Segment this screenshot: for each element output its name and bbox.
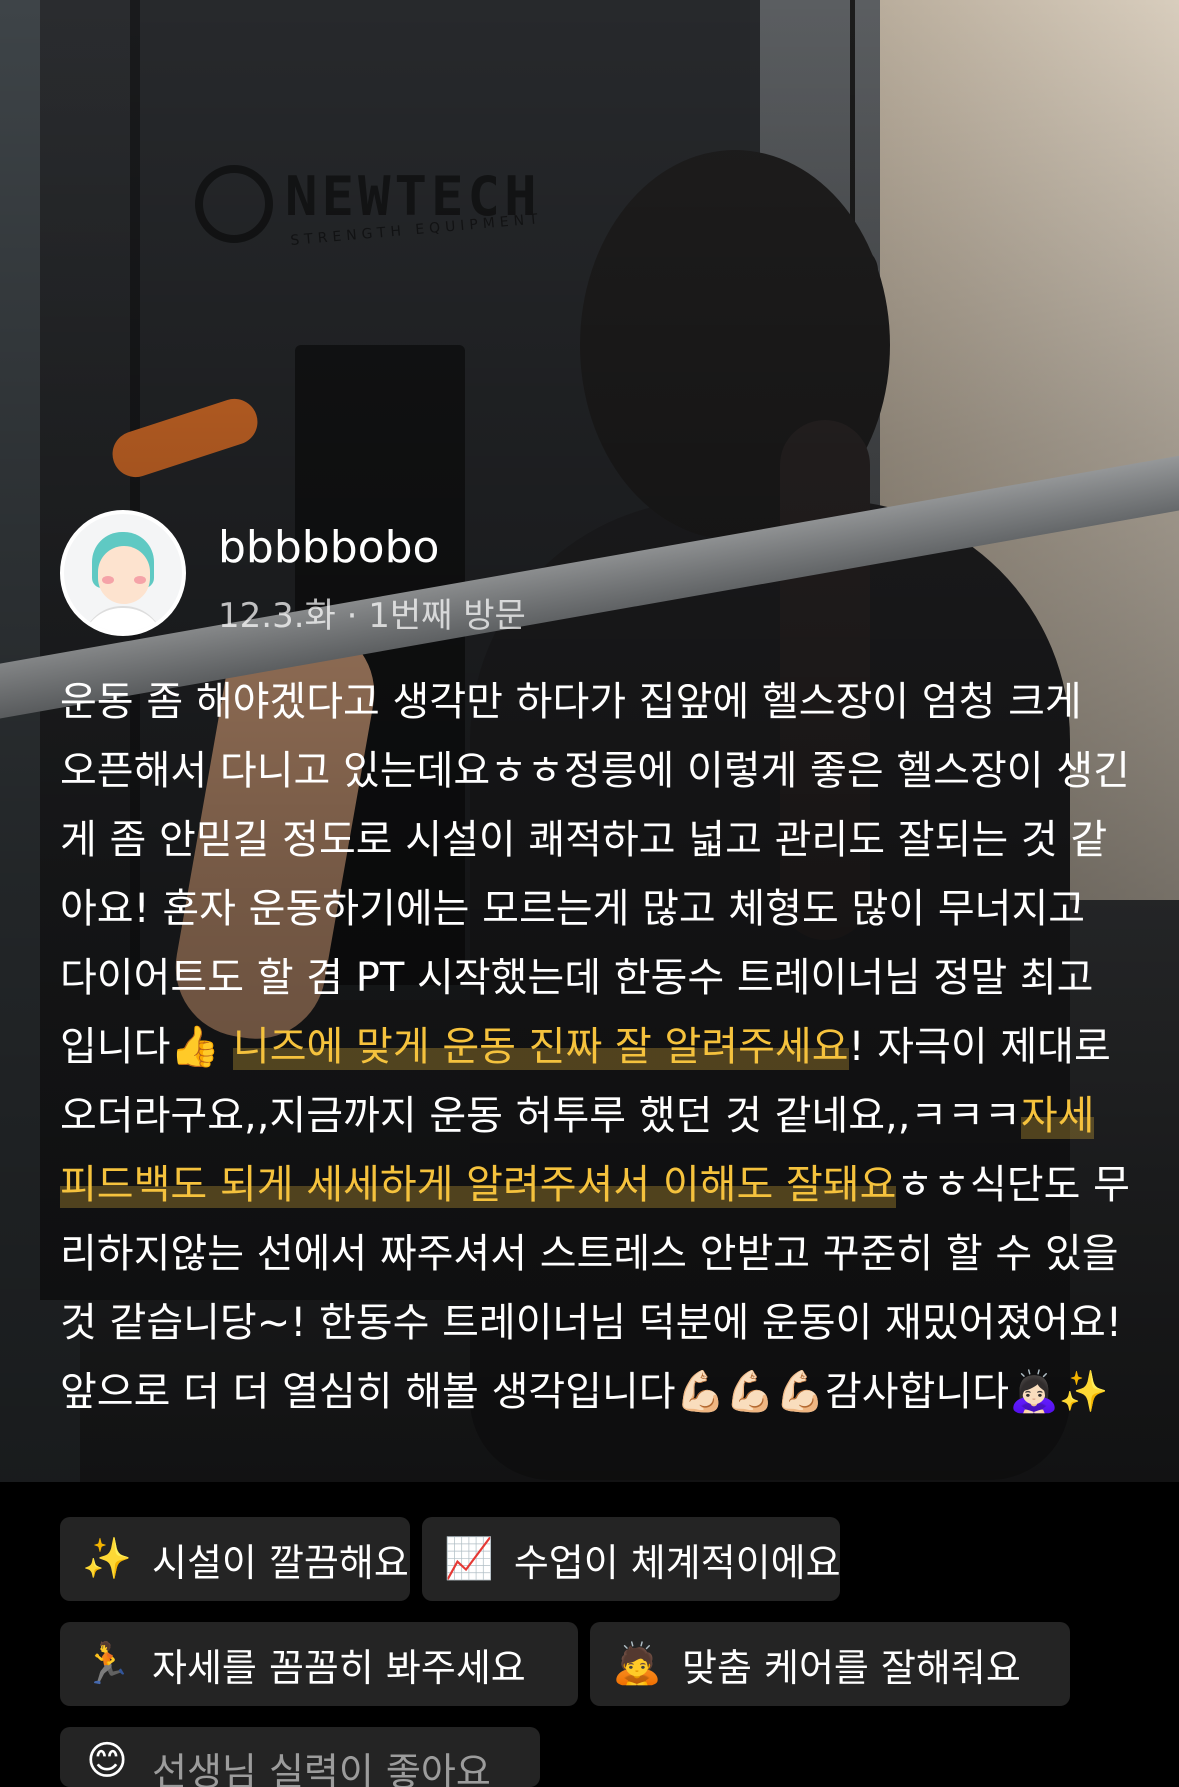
- review-highlight: 니즈에 맞게 운동 진짜 잘 알려주세요: [232, 1024, 849, 1070]
- tag-chip[interactable]: 😊 선생님 실력이 좋아요: [60, 1727, 540, 1787]
- chart-increasing-icon: 📈: [444, 1536, 494, 1582]
- person-bowing-icon: 🙇: [612, 1641, 662, 1687]
- username[interactable]: bbbbbobo: [218, 522, 439, 573]
- tag-label: 선생님 실력이 좋아요: [152, 1750, 491, 1787]
- tag-label: 수업이 체계적이에요: [513, 1540, 841, 1585]
- review-segment: 운동 좀 해야겠다고 생각만 하다가 집앞에 헬스장이 엄청 크게 오픈해서 다…: [60, 679, 1130, 1070]
- tag-chip[interactable]: 🏃 자세를 꼼꼼히 봐주세요: [60, 1622, 578, 1706]
- tag-label: 맞춤 케어를 잘해줘요: [682, 1645, 1021, 1690]
- tag-label: 자세를 꼼꼼히 봐주세요: [152, 1645, 526, 1690]
- person-lunging-icon: 🏃: [82, 1641, 132, 1687]
- tag-chip[interactable]: 📈 수업이 체계적이에요: [422, 1517, 841, 1601]
- tag-chip[interactable]: ✨ 시설이 깔끔해요: [60, 1517, 410, 1601]
- avatar-cheek-left: [102, 576, 114, 584]
- avatar[interactable]: [60, 510, 186, 636]
- avatar-face: [98, 546, 150, 604]
- tag-label: 시설이 깔끔해요: [152, 1540, 409, 1585]
- avatar-shirt: [82, 606, 164, 632]
- visit-meta: 12.3.화 · 1번째 방문: [218, 596, 526, 636]
- sparkles-icon: ✨: [82, 1536, 132, 1582]
- tag-chip[interactable]: 🙇 맞춤 케어를 잘해줘요: [590, 1622, 1070, 1706]
- smiling-face-icon: 😊: [86, 1738, 128, 1784]
- avatar-cheek-right: [134, 576, 146, 584]
- review-text: 운동 좀 해야겠다고 생각만 하다가 집앞에 헬스장이 엄청 크게 오픈해서 다…: [60, 668, 1130, 1427]
